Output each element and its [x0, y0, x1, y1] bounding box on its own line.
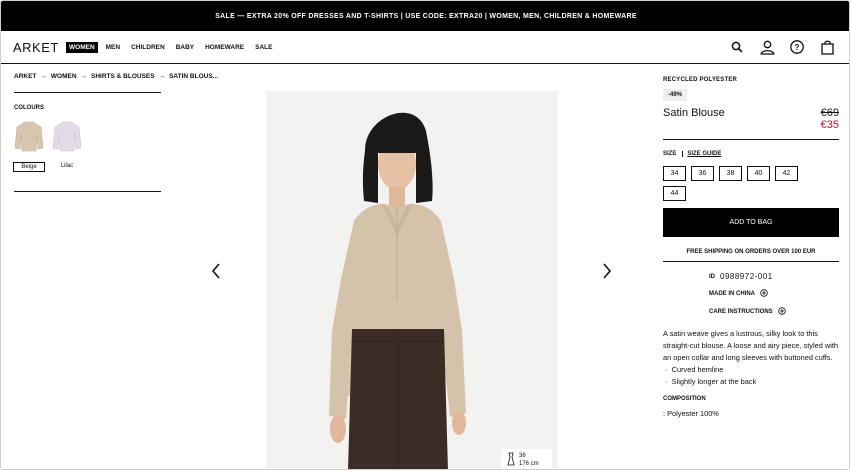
bag-icon[interactable]: [819, 39, 835, 55]
article-id: 0988972-001: [720, 272, 773, 281]
beige-blouse-thumbnail[interactable]: [14, 120, 44, 152]
promo-banner[interactable]: SALE — EXTRA 20% OFF DRESSES AND T-SHIRT…: [1, 1, 849, 31]
nav-baby[interactable]: BABY: [173, 42, 197, 53]
care-toggle[interactable]: CARE INSTRUCTIONS: [709, 307, 839, 317]
made-in-label: MADE IN CHINA: [709, 291, 755, 297]
breadcrumb-arket[interactable]: ARKET: [14, 73, 36, 80]
sale-price: €35: [820, 119, 839, 131]
made-in-toggle[interactable]: MADE IN CHINA: [709, 289, 839, 299]
price-block: €69 €35: [821, 107, 839, 131]
divider: [14, 191, 161, 192]
composition-value: : Polyester 100%: [663, 409, 719, 418]
arrow-right-icon: →: [158, 73, 166, 80]
swatch-label-beige[interactable]: Beige: [13, 162, 45, 172]
feature-list: · Curved hemline · Slightly longer at th…: [663, 364, 839, 388]
size-option-40[interactable]: 40: [747, 166, 770, 181]
id-label: ID: [709, 273, 715, 280]
main-nav: WOMEN MEN CHILDREN BABY HOMEWARE SALE: [66, 42, 275, 53]
next-image-arrow[interactable]: [602, 263, 612, 282]
model-height: 176 cm: [519, 461, 539, 467]
model-size-tag: 36 176 cm: [501, 449, 552, 469]
site-header: ARKET WOMEN MEN CHILDREN BABY HOMEWARE S…: [1, 31, 849, 64]
model-size: 36: [519, 453, 526, 459]
size-option-36[interactable]: 36: [691, 166, 714, 181]
size-option-44[interactable]: 44: [663, 186, 686, 201]
size-option-34[interactable]: 34: [663, 166, 686, 181]
product-description: A satin weave gives a lustrous, silky lo…: [663, 329, 839, 362]
promo-text: SALE — EXTRA 20% OFF DRESSES AND T-SHIRT…: [215, 12, 637, 20]
feature-item: · Slightly longer at the back: [663, 377, 757, 386]
swatch-beige[interactable]: Beige: [13, 120, 45, 172]
search-icon[interactable]: [729, 39, 745, 55]
swatch-label-lilac[interactable]: Lilac: [54, 162, 80, 170]
add-to-bag-button[interactable]: ADD TO BAG: [663, 208, 839, 237]
page: SALE — EXTRA 20% OFF DRESSES AND T-SHIRT…: [0, 0, 850, 470]
colours-title: COLOURS: [14, 105, 44, 111]
arrow-right-icon: →: [80, 73, 88, 80]
product-info: RECYCLED POLYESTER -49% Satin Blouse €69…: [663, 77, 839, 418]
svg-text:?: ?: [795, 43, 800, 52]
plus-circle-icon[interactable]: [760, 289, 768, 299]
product-meta: ID 0988972-001 MADE IN CHINA CARE INSTRU…: [663, 272, 839, 317]
image-pager: 1/6: [412, 462, 422, 469]
breadcrumb-current: SATIN BLOUS...: [169, 73, 219, 80]
product-title: Satin Blouse: [663, 107, 725, 119]
size-option-42[interactable]: 42: [775, 166, 798, 181]
size-guide-link[interactable]: SIZE GUIDE: [682, 151, 721, 157]
plus-circle-icon[interactable]: [777, 307, 786, 317]
arrow-right-icon: →: [40, 73, 47, 80]
header-icons: ?: [729, 39, 835, 55]
nav-men[interactable]: MEN: [103, 42, 123, 53]
discount-badge: -49%: [663, 89, 688, 101]
size-option-38[interactable]: 38: [719, 166, 742, 181]
product-image[interactable]: [266, 91, 558, 469]
size-options: 34 36 38 40 42 44: [663, 166, 813, 201]
nav-homeware[interactable]: HOMEWARE: [202, 42, 247, 53]
nav-women[interactable]: WOMEN: [66, 42, 98, 53]
material-label: RECYCLED POLYESTER: [663, 77, 738, 83]
logo[interactable]: ARKET: [13, 40, 59, 55]
breadcrumb-women[interactable]: WOMEN: [51, 73, 77, 80]
shipping-note: FREE SHIPPING ON ORDERS OVER 100 EUR: [686, 249, 816, 255]
divider: [663, 261, 839, 262]
swatch-lilac[interactable]: Lilac: [52, 120, 82, 172]
size-label: SIZE: [663, 151, 677, 157]
original-price: €69: [820, 107, 839, 119]
divider: [663, 139, 839, 140]
breadcrumb: ARKET → WOMEN → SHIRTS & BLOUSES → SATIN…: [14, 73, 218, 80]
feature-item: · Curved hemline: [663, 365, 724, 374]
colour-selector: COLOURS Beige Lilac: [13, 92, 161, 172]
model-dress-icon: [507, 452, 515, 468]
breadcrumb-shirts[interactable]: SHIRTS & BLOUSES: [91, 73, 155, 80]
nav-children[interactable]: CHILDREN: [128, 42, 168, 53]
account-icon[interactable]: [759, 39, 775, 55]
prev-image-arrow[interactable]: [211, 263, 221, 282]
nav-sale[interactable]: SALE: [252, 42, 275, 53]
lilac-blouse-thumbnail[interactable]: [52, 120, 82, 152]
care-label: CARE INSTRUCTIONS: [709, 309, 773, 315]
composition-title: COMPOSITION: [663, 396, 706, 402]
help-icon[interactable]: ?: [789, 39, 805, 55]
